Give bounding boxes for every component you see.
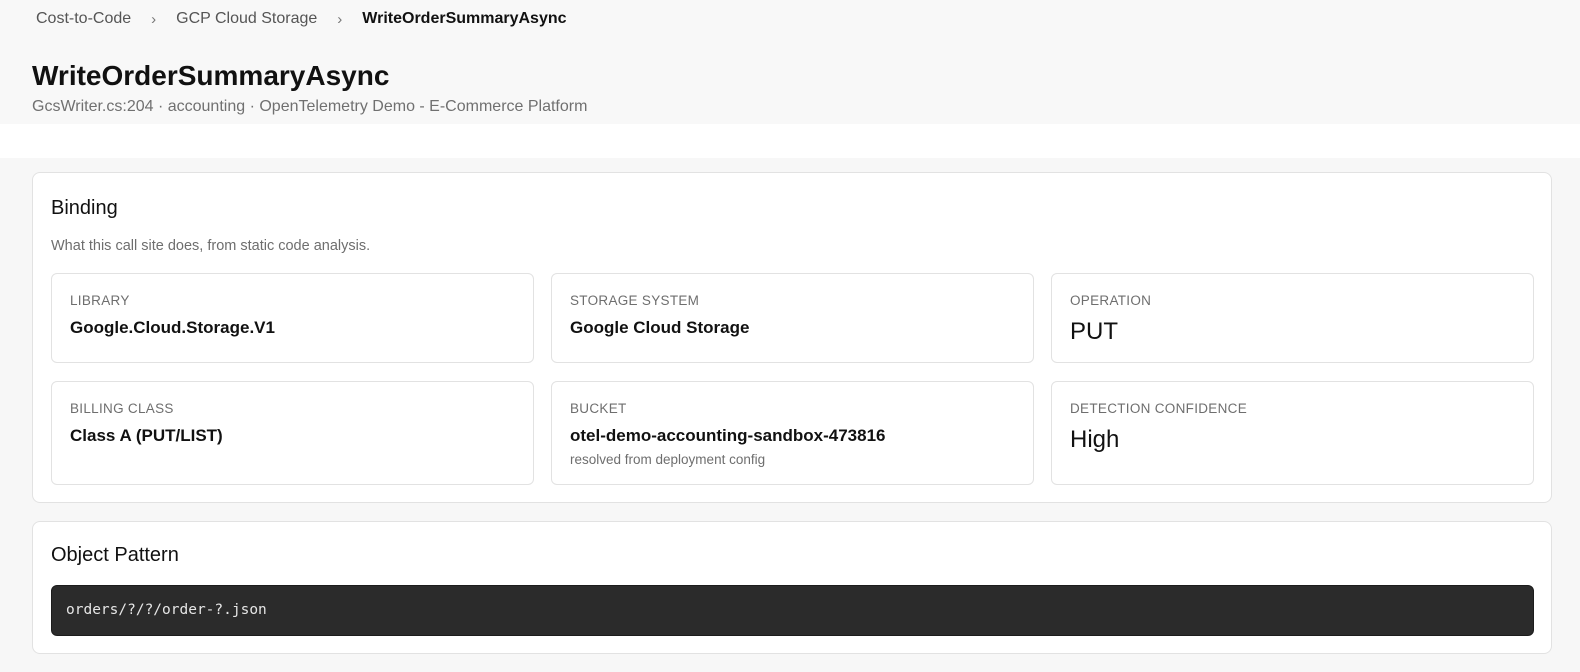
library-label: Library [70, 293, 130, 308]
object-pattern-code: orders/?/?/order-?.json [66, 602, 267, 618]
detection-confidence-value: High [1070, 426, 1120, 453]
bucket-label: Bucket [570, 401, 627, 416]
operation-tile: Operation PUT [1051, 273, 1534, 363]
chevron-right-icon: › [337, 10, 343, 28]
detection-confidence-tile: Detection Confidence High [1051, 381, 1534, 485]
bucket-value: otel-demo-accounting-sandbox-473816 [570, 426, 886, 445]
billing-class-tile: Billing Class Class A (PUT/LIST) [51, 381, 534, 485]
storage-system-tile: Storage System Google Cloud Storage [551, 273, 1034, 363]
breadcrumb: Cost-to-Code › GCP Cloud Storage › Write… [36, 9, 567, 29]
billing-class-label: Billing Class [70, 401, 174, 416]
binding-card: Binding What this call site does, from s… [32, 172, 1552, 503]
object-pattern-title: Object Pattern [51, 544, 179, 566]
detection-confidence-label: Detection Confidence [1070, 401, 1248, 416]
breadcrumb-item-gcp-cloud-storage[interactable]: GCP Cloud Storage [176, 10, 317, 28]
bucket-resolution-note: resolved from deployment config [570, 452, 766, 467]
binding-card-title: Binding [51, 197, 118, 219]
storage-system-value: Google Cloud Storage [570, 318, 750, 337]
object-pattern-code-block[interactable]: orders/?/?/order-?.json [51, 585, 1534, 636]
binding-card-description: What this call site does, from static co… [51, 238, 371, 254]
breadcrumb-item-cost-to-code[interactable]: Cost-to-Code [36, 10, 131, 28]
library-tile: Library Google.Cloud.Storage.V1 [51, 273, 534, 363]
header-divider-band [0, 124, 1580, 158]
operation-value: PUT [1070, 318, 1118, 345]
library-value: Google.Cloud.Storage.V1 [70, 318, 275, 337]
page-subtitle: GcsWriter.cs:204 · accounting · OpenTele… [32, 98, 588, 115]
breadcrumb-item-current: WriteOrderSummaryAsync [362, 10, 567, 27]
storage-system-label: Storage System [570, 293, 700, 308]
chevron-right-icon: › [151, 10, 157, 28]
operation-label: Operation [1070, 293, 1152, 308]
bucket-tile: Bucket otel-demo-accounting-sandbox-4738… [551, 381, 1034, 485]
billing-class-value: Class A (PUT/LIST) [70, 426, 223, 445]
page-title: WriteOrderSummaryAsync [32, 60, 390, 91]
object-pattern-card: Object Pattern orders/?/?/order-?.json [32, 521, 1552, 654]
